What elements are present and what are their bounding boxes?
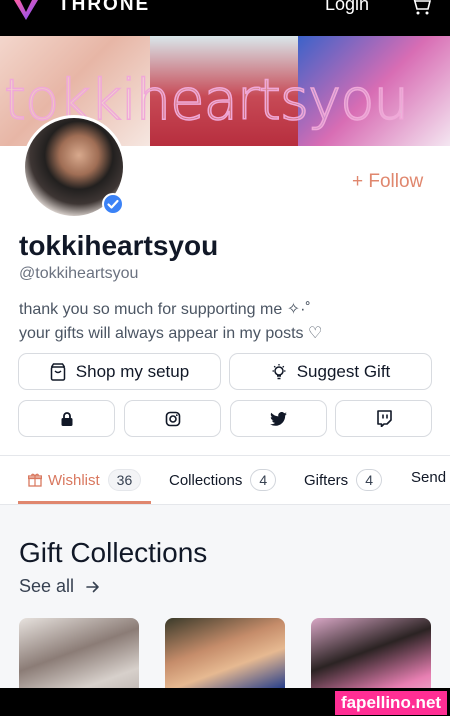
lock-icon — [61, 411, 72, 426]
tab-gifters-label: Gifters — [304, 471, 349, 489]
twitter-icon — [270, 411, 287, 426]
tabs-top-divider — [0, 455, 450, 456]
see-all-label: See all — [19, 576, 75, 596]
tab-gifters[interactable]: Gifters 4 — [304, 469, 382, 491]
shop-my-setup-button[interactable]: Shop my setup — [18, 353, 221, 390]
profile-name: tokkiheartsyou — [19, 230, 219, 261]
lightbulb-icon — [272, 363, 286, 379]
verified-badge-icon — [102, 193, 124, 215]
bio-line-2: your gifts will always appear in my post… — [19, 325, 323, 342]
tab-collections[interactable]: Collections 4 — [169, 469, 277, 491]
tab-wishlist-count: 36 — [107, 469, 142, 491]
gift-collections-title: Gift Collections — [19, 537, 208, 568]
shopping-bag-icon — [50, 362, 66, 381]
tab-send[interactable]: Send S — [411, 469, 450, 486]
suggest-gift-button[interactable]: Suggest Gift — [229, 353, 432, 390]
tab-collections-count: 4 — [250, 469, 277, 491]
instagram-button[interactable] — [124, 400, 221, 437]
tab-wishlist-label: Wishlist — [48, 471, 100, 489]
twitch-button[interactable] — [335, 400, 432, 437]
tabs-bottom-divider — [0, 504, 450, 505]
follow-button[interactable]: + Follow — [352, 171, 423, 193]
tab-send-label: Send S — [411, 469, 450, 486]
twitter-button[interactable] — [230, 400, 327, 437]
arrow-right-icon — [86, 581, 99, 592]
tab-gifters-count: 4 — [356, 469, 382, 491]
throne-logo-icon[interactable] — [14, 0, 38, 20]
gift-icon — [28, 473, 42, 487]
lock-button[interactable] — [18, 400, 115, 437]
twitch-icon — [376, 410, 392, 427]
cart-icon[interactable] — [410, 0, 432, 15]
login-link[interactable]: Login — [325, 0, 369, 15]
suggest-gift-label: Suggest Gift — [296, 361, 391, 381]
bio-line-1: thank you so much for supporting me ✧·˚ — [19, 301, 311, 318]
instagram-icon — [165, 411, 180, 426]
profile-handle: @tokkiheartsyou — [19, 265, 139, 282]
tab-collections-label: Collections — [169, 471, 243, 489]
tab-wishlist[interactable]: Wishlist 36 — [28, 469, 142, 491]
top-nav: THRONE Login — [0, 0, 450, 36]
shop-my-setup-label: Shop my setup — [75, 361, 190, 381]
see-all-link[interactable]: See all — [19, 576, 100, 597]
watermark: fapellino.net — [335, 691, 447, 715]
brand-name[interactable]: THRONE — [58, 0, 150, 16]
